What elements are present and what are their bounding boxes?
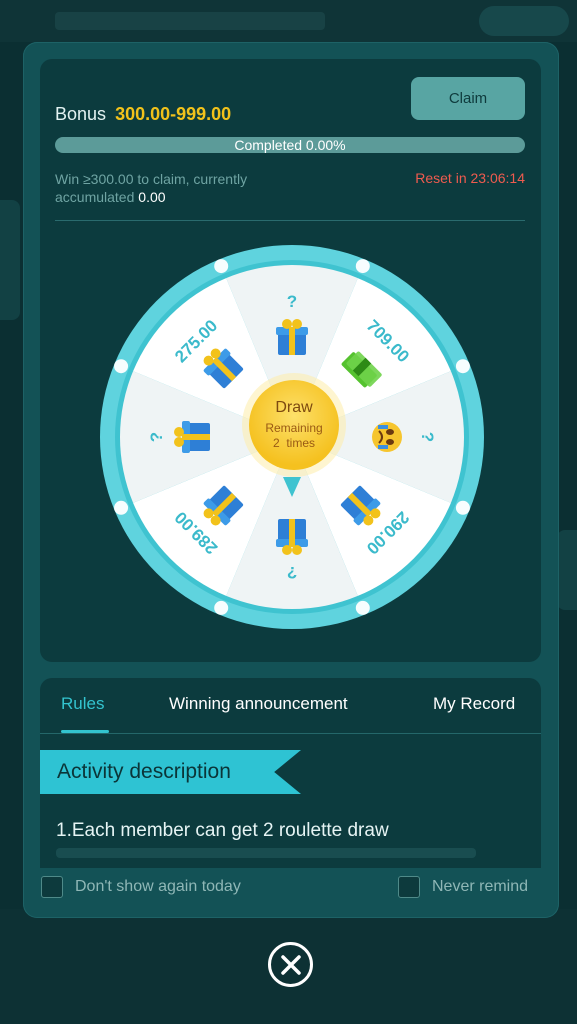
rim-light — [455, 359, 470, 374]
remaining-draws: Remaining 2 times — [265, 421, 322, 451]
accumulated-value: 0.00 — [138, 189, 166, 205]
segment-label: ? — [147, 432, 166, 442]
rule-item-1: 1.Each member can get 2 roulette draw — [56, 820, 389, 841]
tab-rules[interactable]: Rules — [61, 694, 104, 714]
segment-label: ? — [287, 563, 297, 582]
remaining-suffix: times — [286, 436, 316, 450]
claim-button[interactable]: Claim — [411, 77, 525, 120]
dont-show-today-checkbox[interactable]: Don't show again today — [41, 876, 241, 898]
rim-light — [114, 500, 129, 515]
rule-text-overflow — [56, 848, 476, 858]
rim-light — [355, 259, 370, 274]
win-requirement-text: Win ≥300.00 to claim, currently accumula… — [55, 170, 315, 206]
info-tabs-panel: Rules Winning announcement My Record Act… — [40, 678, 541, 868]
draw-label: Draw — [275, 399, 313, 416]
draw-button[interactable]: Draw Remaining 2 times — [249, 380, 339, 470]
rim-light — [214, 259, 229, 274]
remaining-count: 2 — [272, 436, 280, 450]
bonus-label: Bonus 300.00-999.00 — [55, 104, 231, 125]
checkbox-icon[interactable] — [398, 876, 420, 898]
progress-text: Completed 0.00% — [234, 137, 346, 153]
crying-emoji-icon — [372, 422, 402, 452]
background-side-tab-left — [0, 200, 20, 320]
rim-light — [455, 500, 470, 515]
divider — [55, 220, 525, 221]
rim-light — [355, 600, 370, 615]
remaining-label: Remaining — [265, 421, 323, 435]
roulette-panel: Bonus 300.00-999.00 Claim Completed 0.00… — [40, 59, 541, 662]
background-side-tab-right — [557, 530, 577, 610]
background-header-button — [479, 6, 569, 36]
checkbox-icon[interactable] — [41, 876, 63, 898]
rim-light — [214, 600, 229, 615]
dont-show-today-label: Don't show again today — [75, 878, 241, 895]
background-title-placeholder — [55, 12, 325, 30]
bonus-range: 300.00-999.00 — [115, 104, 232, 124]
never-remind-checkbox[interactable]: Never remind — [398, 876, 528, 898]
rim-light — [114, 359, 129, 374]
never-remind-label: Never remind — [432, 878, 529, 895]
bonus-label-text: Bonus — [55, 104, 107, 124]
segment-label: ? — [287, 292, 297, 311]
tabs-divider — [40, 733, 541, 734]
tab-my-record[interactable]: My Record — [433, 694, 515, 714]
tab-winning-announcement[interactable]: Winning announcement — [169, 694, 348, 714]
close-button[interactable] — [268, 942, 313, 987]
roulette-modal: Bonus 300.00-999.00 Claim Completed 0.00… — [23, 42, 559, 918]
progress-bar: Completed 0.00% — [55, 137, 525, 153]
activity-description-banner: Activity description — [40, 750, 301, 794]
segment-label: ? — [418, 432, 437, 442]
close-icon — [280, 954, 301, 975]
reset-timer: Reset in 23:06:14 — [415, 170, 525, 186]
